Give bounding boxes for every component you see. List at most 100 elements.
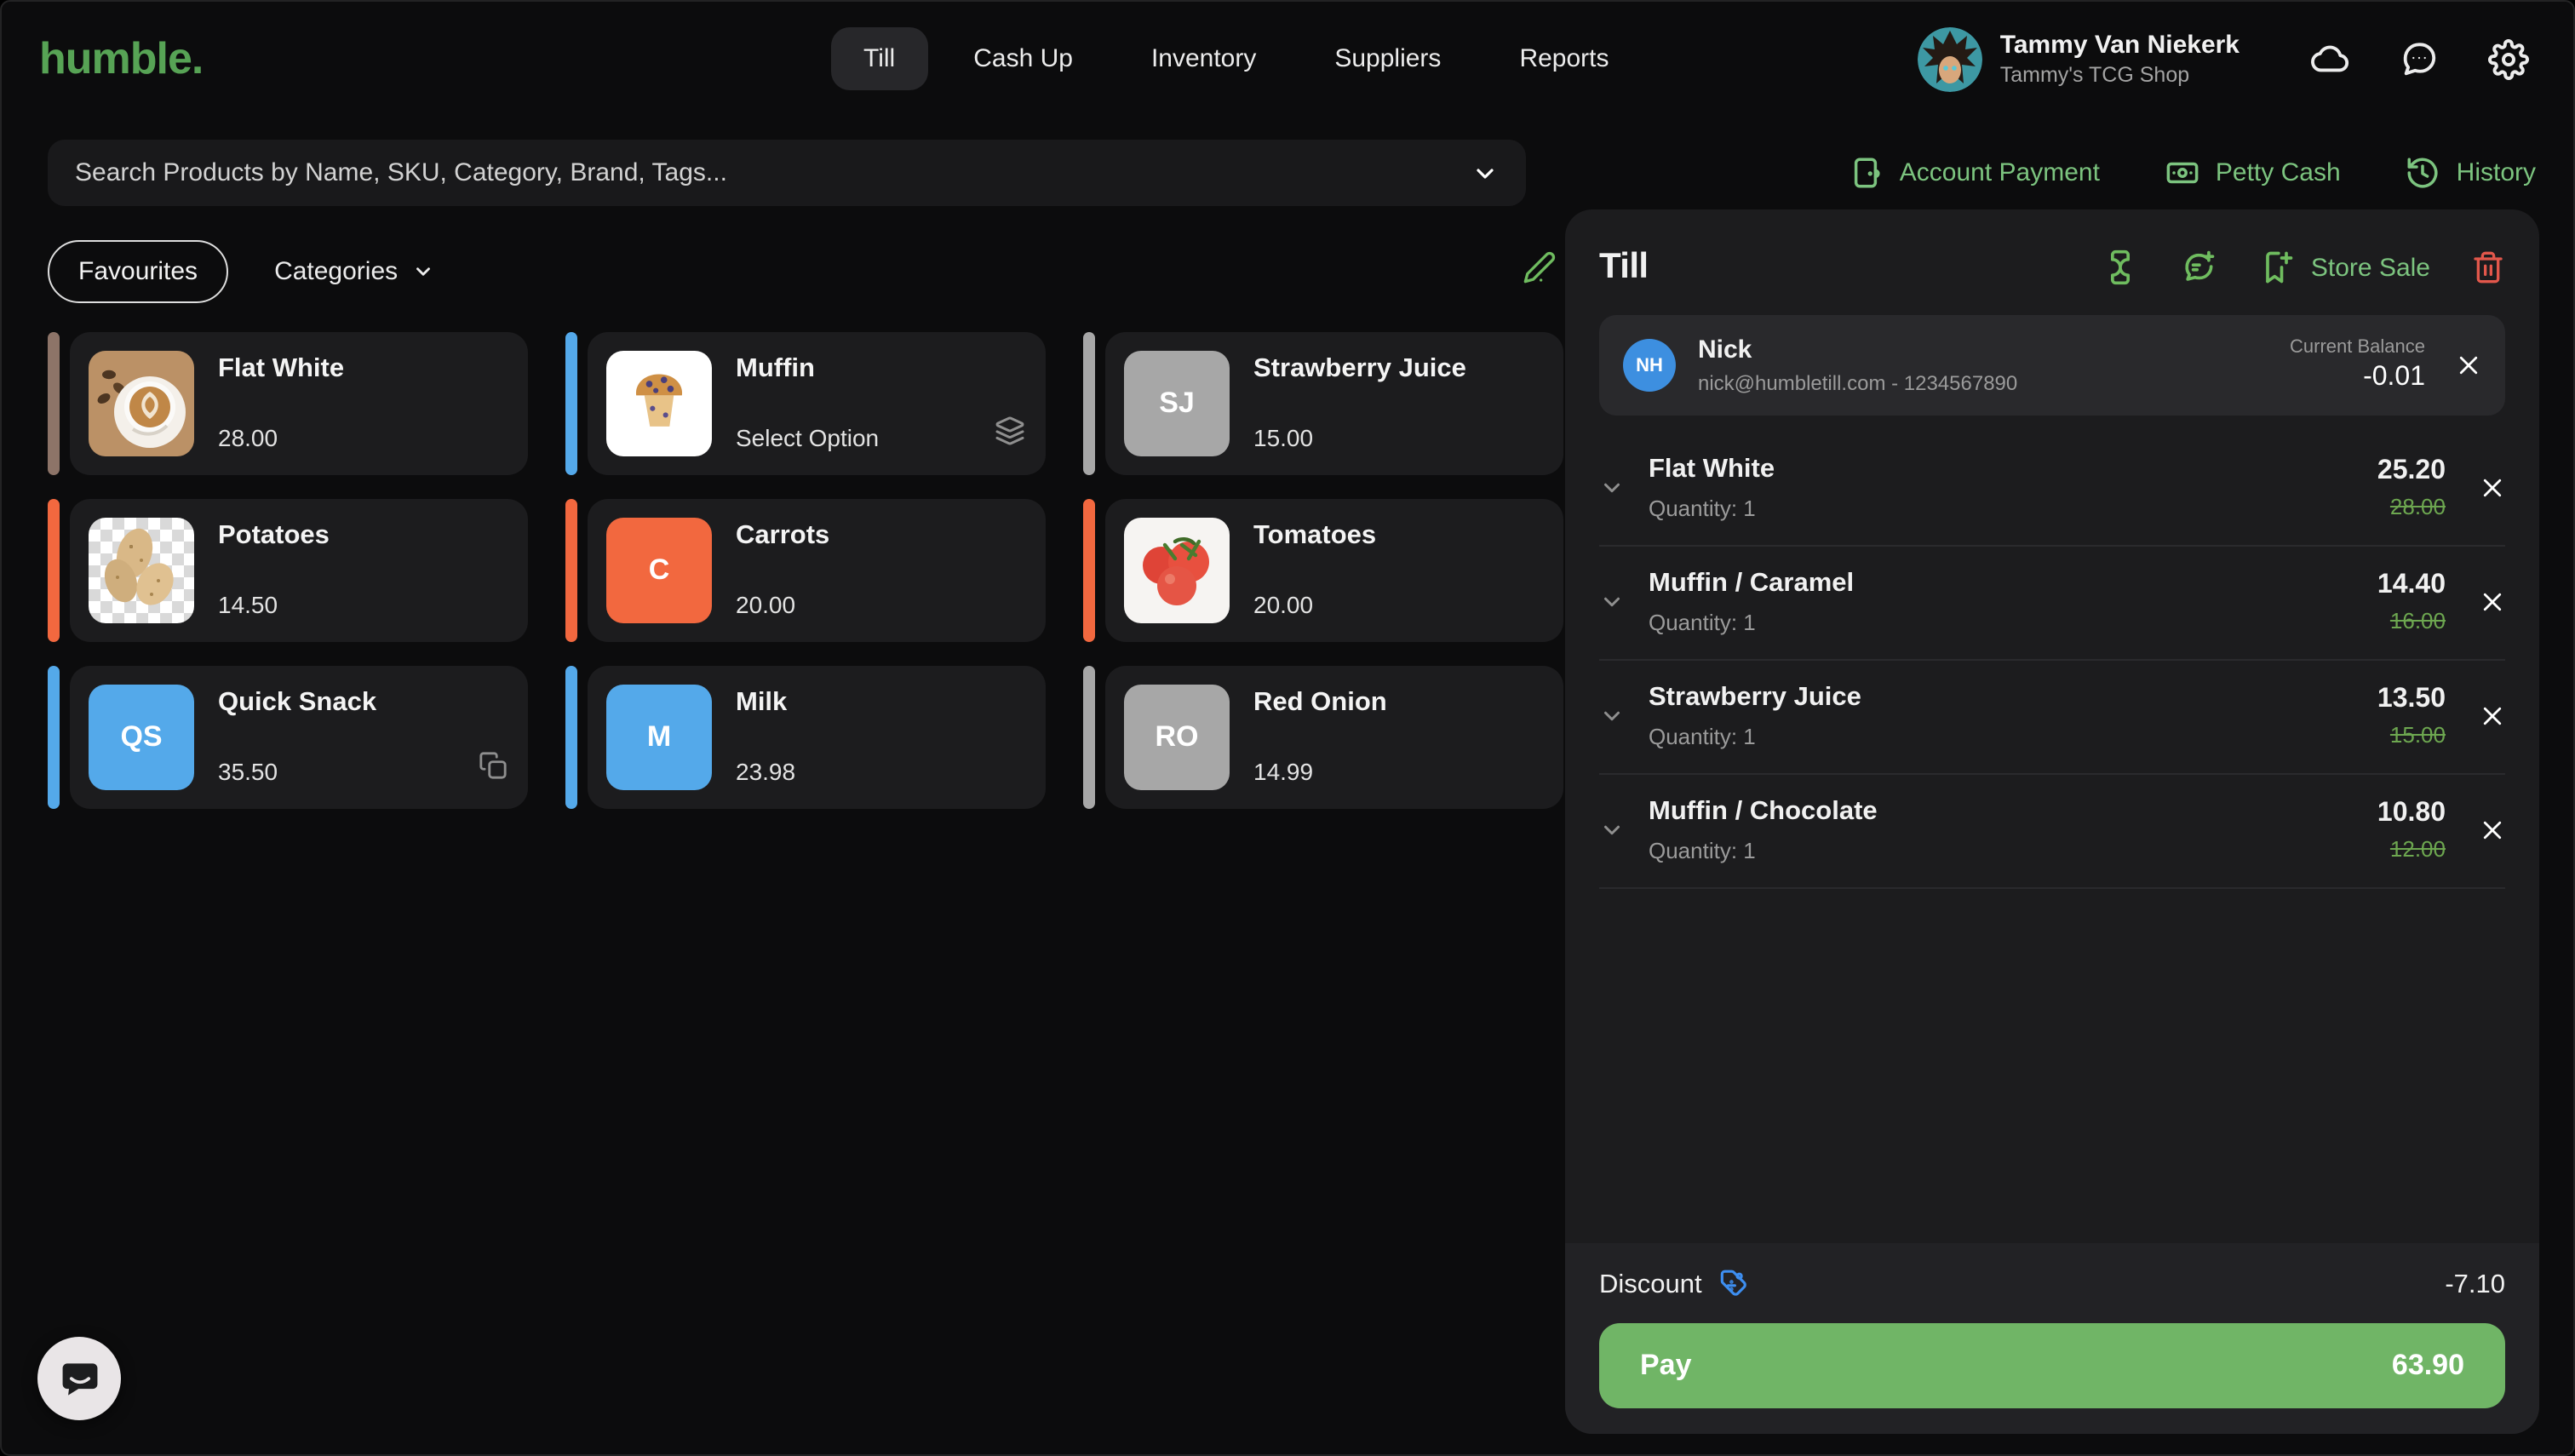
line-item-quantity: Quantity: 1 <box>1649 724 1756 749</box>
remove-item-icon[interactable] <box>2480 475 2505 501</box>
product-image-potatoes <box>89 518 194 623</box>
product-card-carrots[interactable]: C Carrots 20.00 <box>565 499 1046 642</box>
pay-label: Pay <box>1640 1349 1692 1381</box>
product-card-strawberry-juice[interactable]: SJ Strawberry Juice 15.00 <box>1083 332 1563 475</box>
product-name: Milk <box>736 688 788 717</box>
top-icon-group <box>2311 38 2536 79</box>
product-accent-bar <box>1083 499 1095 642</box>
product-image-tomatoes <box>1124 518 1230 623</box>
product-name: Potatoes <box>218 521 330 550</box>
main-nav: Till Cash Up Inventory Suppliers Reports <box>831 2 1642 116</box>
product-card-quick-snack[interactable]: QS Quick Snack 35.50 <box>48 666 528 809</box>
user-name: Tammy Van Niekerk <box>1999 31 2240 60</box>
expand-item-icon[interactable] <box>1599 817 1625 843</box>
product-name: Strawberry Juice <box>1253 354 1466 383</box>
line-item-price: 25.20 <box>2377 456 2446 485</box>
product-name: Red Onion <box>1253 688 1387 717</box>
ticket-icon[interactable] <box>2102 249 2139 286</box>
product-initials-tile: M <box>606 685 712 790</box>
product-card-tomatoes[interactable]: Tomatoes 20.00 <box>1083 499 1563 642</box>
balance-label: Current Balance <box>2290 337 2425 358</box>
products-section: Favourites Categories Flat White 28.00 M… <box>2 206 1565 809</box>
cloud-sync-icon[interactable] <box>2311 39 2350 78</box>
product-price: 20.00 <box>736 591 796 618</box>
app-window: humble. Till Cash Up Inventory Suppliers… <box>0 0 2575 1456</box>
pencil-icon <box>1523 250 1556 283</box>
user-shop: Tammy's TCG Shop <box>1999 63 2190 87</box>
till-panel: Till Store Sale NH Nick nick@humbletill.… <box>1565 209 2539 1434</box>
chat-bubble-icon <box>61 1362 97 1395</box>
product-accent-bar <box>565 666 577 809</box>
chevron-down-icon <box>416 267 430 275</box>
search-input[interactable]: Search Products by Name, SKU, Category, … <box>48 140 1526 206</box>
categories-dropdown[interactable]: Categories <box>274 256 433 285</box>
product-accent-bar <box>565 332 577 475</box>
filter-row: Favourites Categories <box>48 237 1565 305</box>
tab-cash-up[interactable]: Cash Up <box>941 27 1105 90</box>
line-item-name: Flat White <box>1649 455 1775 484</box>
combo-copy-icon <box>479 751 508 788</box>
product-initials-tile: C <box>606 518 712 623</box>
toolbar-row: Search Products by Name, SKU, Category, … <box>2 116 2573 206</box>
till-title: Till <box>1599 247 1649 286</box>
product-accent-bar <box>48 499 60 642</box>
customer-avatar: NH <box>1623 339 1676 392</box>
remove-item-icon[interactable] <box>2480 703 2505 729</box>
product-price: 28.00 <box>218 424 278 451</box>
line-item-quantity: Quantity: 1 <box>1649 496 1756 521</box>
quick-actions: Account Payment Petty Cash History <box>1849 155 2536 191</box>
discount-label: Discount <box>1599 1270 1702 1298</box>
product-price: 15.00 <box>1253 424 1314 451</box>
store-sale-button[interactable]: Store Sale <box>2258 249 2430 286</box>
product-card-flat-white[interactable]: Flat White 28.00 <box>48 332 528 475</box>
expand-item-icon[interactable] <box>1599 589 1625 615</box>
user-profile[interactable]: Tammy Van Niekerk Tammy's TCG Shop <box>1918 26 2240 91</box>
product-image-coffee <box>89 351 194 456</box>
product-card-red-onion[interactable]: RO Red Onion 14.99 <box>1083 666 1563 809</box>
banknote-icon <box>2166 162 2199 184</box>
clear-till-trash-icon[interactable] <box>2471 250 2505 284</box>
product-name: Tomatoes <box>1253 521 1377 550</box>
account-payment-button[interactable]: Account Payment <box>1849 155 2100 191</box>
line-item-name: Muffin / Chocolate <box>1649 797 1878 826</box>
favourites-button[interactable]: Favourites <box>48 239 229 302</box>
product-accent-bar <box>565 499 577 642</box>
history-clock-icon <box>2408 158 2439 188</box>
bookmark-plus-icon <box>2266 251 2293 284</box>
pay-button[interactable]: Pay 63.90 <box>1599 1323 2505 1408</box>
remove-customer-icon[interactable] <box>2456 353 2481 378</box>
product-accent-bar <box>48 332 60 475</box>
expand-item-icon[interactable] <box>1599 703 1625 729</box>
tab-till[interactable]: Till <box>831 27 928 90</box>
top-bar: humble. Till Cash Up Inventory Suppliers… <box>2 2 2573 116</box>
product-card-muffin[interactable]: Muffin Select Option <box>565 332 1046 475</box>
line-item: Strawberry Juice Quantity: 1 13.50 15.00 <box>1599 661 2505 775</box>
tab-suppliers[interactable]: Suppliers <box>1302 27 1473 90</box>
customer-contact: nick@humbletill.com - 1234567890 <box>1698 371 2018 395</box>
edit-favourites-button[interactable] <box>1523 249 1557 292</box>
petty-cash-button[interactable]: Petty Cash <box>2165 155 2341 191</box>
tab-reports[interactable]: Reports <box>1487 27 1641 90</box>
remove-item-icon[interactable] <box>2480 817 2505 843</box>
tab-inventory[interactable]: Inventory <box>1119 27 1288 90</box>
messages-icon[interactable] <box>2400 39 2439 78</box>
product-name: Carrots <box>736 521 830 550</box>
expand-item-icon[interactable] <box>1599 475 1625 501</box>
product-card-potatoes[interactable]: Potatoes 14.50 <box>48 499 528 642</box>
line-item-name: Strawberry Juice <box>1649 683 1861 712</box>
customer-name: Nick <box>1698 335 1752 364</box>
add-note-icon[interactable] <box>2180 249 2217 286</box>
support-chat-launcher[interactable] <box>37 1337 121 1420</box>
product-name: Quick Snack <box>218 688 377 717</box>
product-card-milk[interactable]: M Milk 23.98 <box>565 666 1046 809</box>
product-accent-bar <box>1083 332 1095 475</box>
till-footer: Discount -7.10 Pay 63.90 <box>1565 1243 2539 1434</box>
wallet-icon <box>1855 158 1881 188</box>
remove-item-icon[interactable] <box>2480 589 2505 615</box>
discount-tag-icon[interactable] <box>1718 1269 1750 1301</box>
customer-card[interactable]: NH Nick nick@humbletill.com - 1234567890… <box>1599 315 2505 416</box>
history-button[interactable]: History <box>2406 155 2536 191</box>
line-item-original-price: 28.00 <box>2389 494 2446 519</box>
settings-gear-icon[interactable] <box>2488 38 2529 79</box>
line-item-quantity: Quantity: 1 <box>1649 610 1756 635</box>
